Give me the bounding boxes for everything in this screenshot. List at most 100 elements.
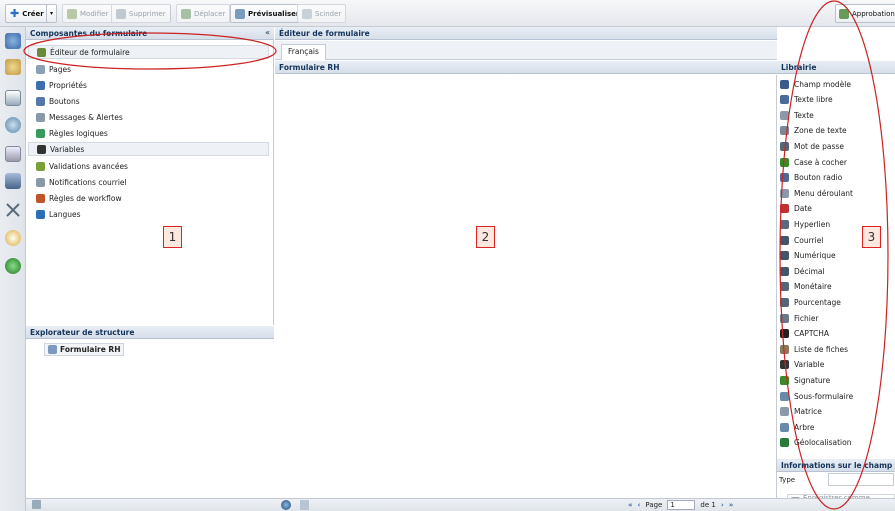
library-item[interactable]: Mot de passe: [780, 139, 844, 153]
editor-header: Éditeur de formulaire: [275, 27, 777, 40]
first-page-icon[interactable]: «: [628, 501, 633, 509]
component-item[interactable]: Propriétés: [36, 78, 87, 92]
textarea-icon: [780, 126, 789, 136]
library-item[interactable]: Géolocalisation: [780, 436, 851, 450]
library-item[interactable]: Sous-formulaire: [780, 389, 853, 403]
tab-french[interactable]: Français: [281, 44, 326, 60]
library-item[interactable]: Texte libre: [780, 93, 833, 107]
tools-icon[interactable]: [5, 202, 21, 218]
main-toolbar: ✚ Créer ▾ Modifier Supprimer Déplacer Pr…: [0, 0, 895, 27]
preview-icon: [235, 8, 245, 19]
trash-icon[interactable]: [32, 500, 41, 509]
approval-button[interactable]: Approbation: [835, 4, 895, 23]
library-item[interactable]: Liste de fiches: [780, 342, 848, 356]
component-item[interactable]: Boutons: [36, 94, 80, 108]
page-input[interactable]: 1: [667, 500, 696, 510]
library-item[interactable]: Menu déroulant: [780, 186, 853, 200]
next-page-icon[interactable]: ›: [721, 501, 724, 509]
buttons-icon: [36, 96, 45, 106]
library-item[interactable]: Arbre: [780, 420, 815, 434]
library-item[interactable]: Monétaire: [780, 280, 832, 294]
delete-button[interactable]: Supprimer: [111, 4, 171, 23]
messages-icon: [36, 112, 45, 122]
home-icon[interactable]: [5, 33, 21, 49]
form-editor-icon: [37, 47, 46, 57]
create-dropdown-button[interactable]: ▾: [46, 4, 58, 23]
modify-button[interactable]: Modifier: [62, 4, 114, 23]
report-icon[interactable]: [5, 146, 21, 162]
library-item[interactable]: Bouton radio: [780, 171, 842, 185]
variable-icon: [780, 360, 789, 370]
library-item[interactable]: CAPTCHA: [780, 327, 829, 341]
library-item[interactable]: Hyperlien: [780, 217, 830, 231]
component-item[interactable]: Variables: [28, 142, 269, 156]
preview-button[interactable]: Prévisualiser: [230, 4, 305, 23]
form-canvas[interactable]: [275, 75, 777, 498]
workflow-icon: [36, 193, 45, 203]
component-item-label: Propriétés: [49, 80, 87, 90]
users-icon[interactable]: [5, 173, 21, 189]
library-item[interactable]: Date: [780, 202, 812, 216]
trash-icon: [116, 8, 126, 19]
database-icon[interactable]: [5, 59, 21, 75]
component-item-label: Boutons: [49, 96, 80, 106]
component-item[interactable]: Éditeur de formulaire: [28, 45, 269, 59]
search-settings-icon[interactable]: [5, 230, 21, 246]
component-item-label: Langues: [49, 209, 81, 219]
move-button[interactable]: Déplacer: [176, 4, 231, 23]
library-item-label: Menu déroulant: [794, 188, 853, 198]
component-item[interactable]: Pages: [36, 62, 71, 76]
module-icon-bar: [0, 27, 26, 511]
form-canvas-header: Formulaire RH: [275, 61, 777, 74]
file-icon: [780, 313, 789, 323]
library-item-label: Bouton radio: [794, 173, 843, 183]
component-item[interactable]: Validations avancées: [36, 159, 128, 173]
library-item[interactable]: Texte: [780, 108, 814, 122]
globe-icon[interactable]: [5, 258, 21, 274]
library-item[interactable]: Numérique: [780, 249, 836, 263]
library-item[interactable]: Pourcentage: [780, 295, 841, 309]
component-item[interactable]: Règles de workflow: [36, 191, 122, 205]
library-item-label: Texte: [794, 110, 814, 120]
component-item[interactable]: Notifications courriel: [36, 175, 127, 189]
component-item[interactable]: Règles logiques: [36, 126, 108, 140]
create-button[interactable]: ✚ Créer: [5, 4, 49, 23]
languages-icon: [36, 209, 45, 219]
library-item[interactable]: Décimal: [780, 264, 825, 278]
library-item[interactable]: Signature: [780, 373, 830, 387]
status-bar: [26, 498, 895, 511]
export-icon[interactable]: [300, 500, 309, 510]
prev-page-icon[interactable]: ‹: [638, 501, 641, 509]
password-icon: [780, 141, 789, 151]
field-info-header: Informations sur le champ: [777, 459, 895, 472]
last-page-icon[interactable]: »: [729, 501, 734, 509]
structure-root-node[interactable]: Formulaire RH: [44, 343, 125, 356]
library-item[interactable]: Fichier: [780, 311, 819, 325]
library-item[interactable]: Champ modèle: [780, 77, 851, 91]
component-item-label: Pages: [49, 64, 72, 74]
component-item[interactable]: Messages & Alertes: [36, 110, 123, 124]
pages-icon: [36, 64, 45, 74]
web-icon[interactable]: [5, 117, 21, 133]
library-item[interactable]: Zone de texte: [780, 124, 847, 138]
email-notification-icon: [36, 177, 45, 187]
library-item-label: Variable: [794, 360, 825, 370]
callout-marker-1: 1: [163, 226, 182, 248]
chevron-down-icon: ▾: [50, 10, 54, 17]
matrix-icon: [780, 407, 789, 417]
record-list-icon: [780, 344, 789, 354]
component-item[interactable]: Langues: [36, 207, 81, 221]
library-item-label: Pourcentage: [794, 297, 841, 307]
pager: « ‹ Page 1 de 1 › »: [628, 500, 734, 510]
split-button[interactable]: Scinder: [297, 4, 347, 23]
globe-icon[interactable]: [281, 500, 291, 510]
type-field[interactable]: [828, 473, 894, 486]
component-item-label: Validations avancées: [49, 161, 128, 171]
library-item[interactable]: Matrice: [780, 405, 822, 419]
library-item[interactable]: Courriel: [780, 233, 823, 247]
form-icon[interactable]: [5, 90, 21, 106]
collapse-left-icon[interactable]: «: [265, 28, 270, 37]
library-item[interactable]: Case à cocher: [780, 155, 847, 169]
library-item[interactable]: Variable: [780, 358, 824, 372]
component-item-label: Règles logiques: [49, 128, 108, 138]
